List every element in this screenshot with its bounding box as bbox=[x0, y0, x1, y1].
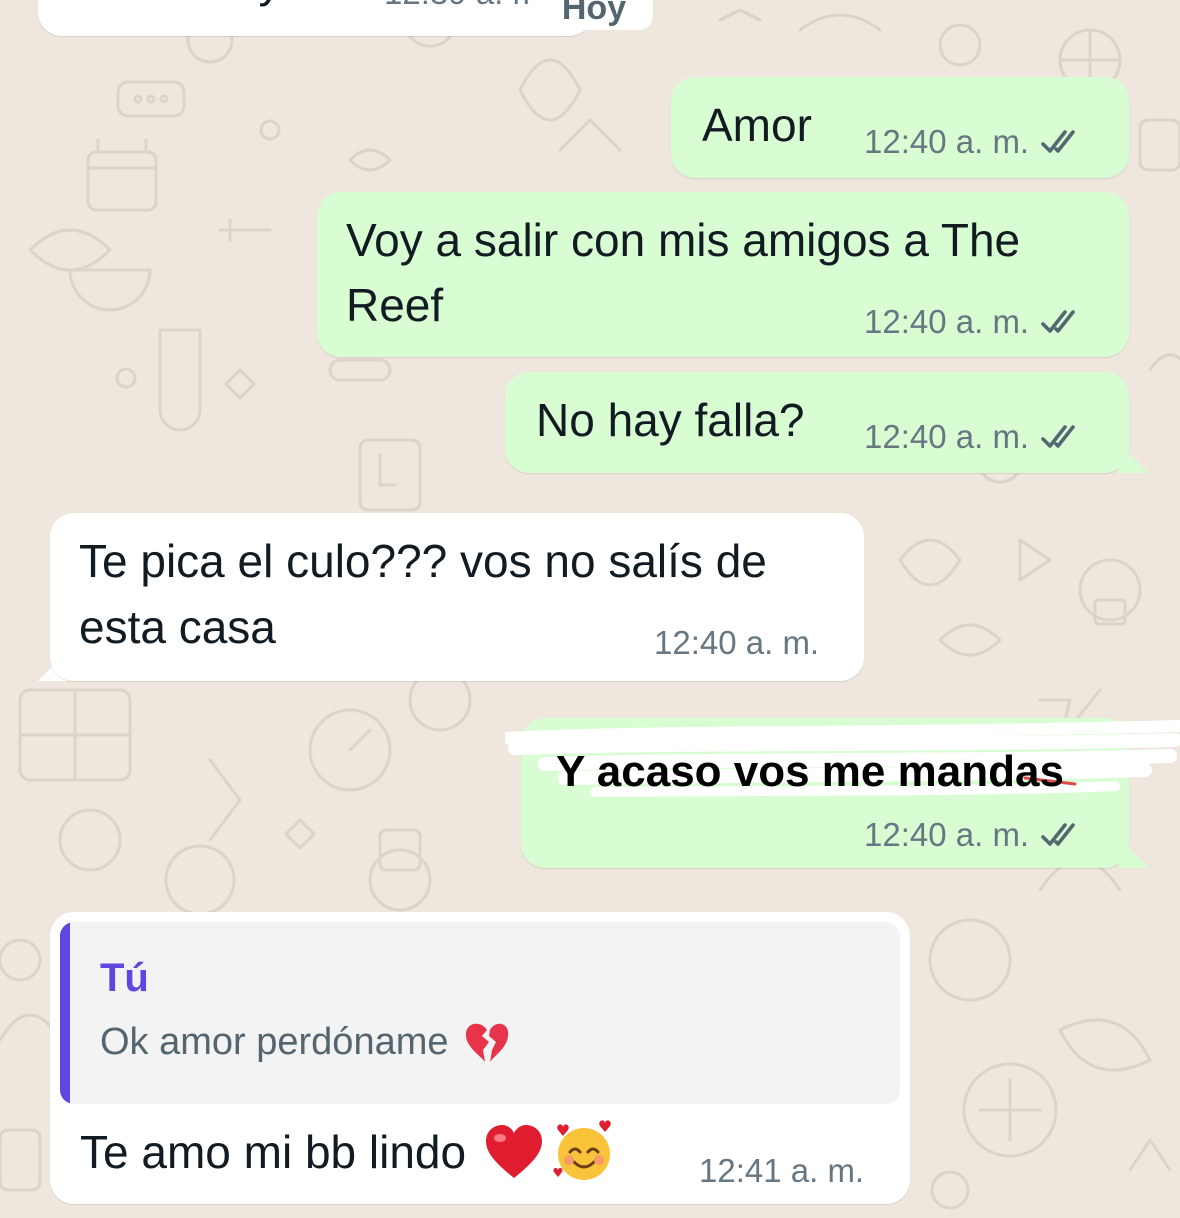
message-text: Te amo mi bb lindo bbox=[80, 1120, 616, 1184]
message-text-line-1: Voy a salir con mis amigos a The bbox=[346, 214, 1021, 266]
message-meta: 12:40 a. m. bbox=[864, 816, 1083, 854]
message-timestamp: 12:40 a. m. bbox=[654, 624, 820, 661]
message-timestamp: 12:40 a. m. bbox=[864, 418, 1030, 455]
timestamp-text: 12:39 a. m. bbox=[384, 0, 549, 12]
message-text: Amor bbox=[702, 99, 812, 151]
message-timestamp: 12:39 a. m. bbox=[384, 0, 549, 12]
bubble-tail bbox=[1119, 443, 1149, 473]
reply-author: Tú bbox=[100, 956, 149, 1000]
message-meta: 12:40 a. m. bbox=[864, 418, 1083, 456]
message-text-line-2: esta casa bbox=[79, 601, 276, 653]
message-text-line-1: Te pica el culo??? vos no salís de bbox=[79, 535, 767, 587]
message-timestamp: 12:40 a. m. bbox=[864, 816, 1030, 853]
broken-heart-icon bbox=[465, 1023, 508, 1062]
reply-accent-bar bbox=[60, 922, 70, 1104]
message-text-line-2: Reef bbox=[346, 279, 444, 331]
read-double-check-icon bbox=[1041, 130, 1075, 153]
read-double-check-icon bbox=[1041, 310, 1075, 333]
message-incoming[interactable]: Te pica el culo??? vos no salís de esta … bbox=[50, 513, 864, 681]
message-meta: 12:40 a. m. bbox=[654, 624, 819, 662]
message-timestamp: 12:40 a. m. bbox=[864, 303, 1030, 340]
message-incoming-partial[interactable]: en unos ya 12:39 a. m. bbox=[38, 0, 593, 36]
date-separator: Hoy bbox=[535, 0, 653, 30]
message-text-content: Te amo mi bb lindo bbox=[80, 1126, 467, 1178]
message-outgoing[interactable]: Voy a salir con mis amigos a The Reef 12… bbox=[317, 192, 1129, 357]
message-timestamp: 12:40 a. m. bbox=[864, 123, 1030, 160]
message-outgoing[interactable]: Amor 12:40 a. m. bbox=[671, 77, 1129, 178]
message-text: No hay falla? bbox=[536, 394, 805, 446]
read-double-check-icon bbox=[1041, 823, 1075, 846]
smiling-face-with-hearts-icon bbox=[553, 1120, 611, 1180]
message-meta: 12:41 a. m. bbox=[699, 1152, 864, 1190]
message-timestamp: 12:41 a. m. bbox=[699, 1152, 865, 1189]
message-text: en unos ya bbox=[82, 0, 307, 12]
quoted-reply[interactable]: Tú Ok amor perdóname bbox=[60, 922, 900, 1104]
chat-area[interactable]: en unos ya 12:39 a. m. Hoy Amor 12:40 a.… bbox=[0, 0, 1180, 1218]
message-text: Y acaso vos me mandas bbox=[556, 747, 1064, 796]
bubble-tail bbox=[1119, 838, 1149, 868]
reply-text: Ok amor perdóname bbox=[100, 1020, 449, 1063]
reply-text-row: Ok amor perdóname bbox=[100, 1020, 511, 1064]
message-meta: 12:40 a. m. bbox=[864, 123, 1083, 161]
red-heart-icon bbox=[486, 1125, 543, 1178]
message-meta: 12:40 a. m. bbox=[864, 303, 1083, 341]
message-outgoing[interactable]: No hay falla? 12:40 a. m. bbox=[505, 372, 1129, 473]
read-double-check-icon bbox=[1041, 425, 1075, 448]
